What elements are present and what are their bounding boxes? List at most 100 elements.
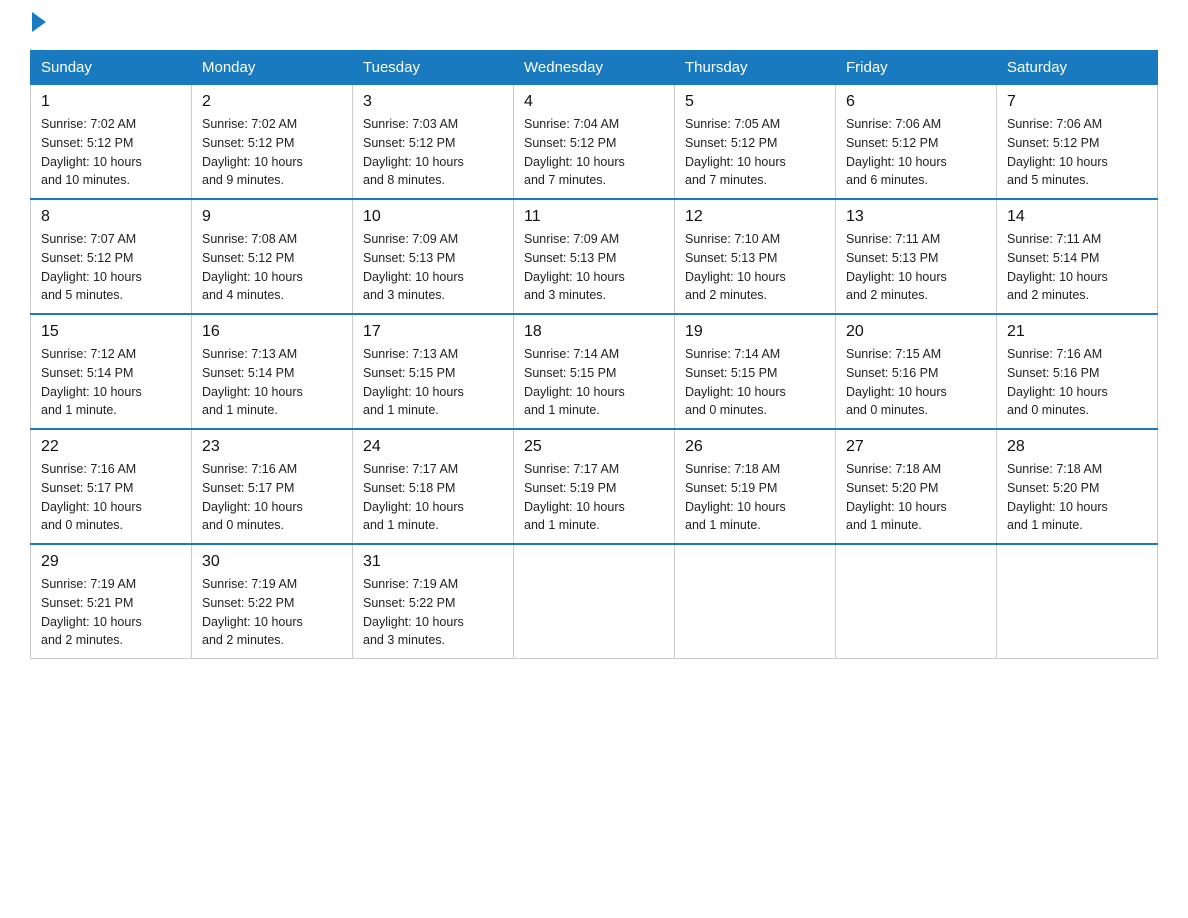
day-info: Sunrise: 7:19 AMSunset: 5:22 PMDaylight:…: [202, 575, 342, 650]
calendar-cell: 4 Sunrise: 7:04 AMSunset: 5:12 PMDaylight…: [514, 85, 675, 200]
day-number: 19: [685, 323, 825, 341]
day-info: Sunrise: 7:16 AMSunset: 5:17 PMDaylight:…: [202, 460, 342, 535]
day-number: 25: [524, 438, 664, 456]
column-header-monday: Monday: [192, 51, 353, 85]
column-header-friday: Friday: [836, 51, 997, 85]
day-number: 14: [1007, 208, 1147, 226]
day-info: Sunrise: 7:18 AMSunset: 5:20 PMDaylight:…: [846, 460, 986, 535]
calendar-cell: 2Sunrise: 7:02 AMSunset: 5:12 PMDaylight…: [192, 85, 353, 200]
calendar-cell: 12 Sunrise: 7:10 AMSunset: 5:13 PMDayligh…: [675, 199, 836, 314]
calendar-cell: 3 Sunrise: 7:03 AMSunset: 5:12 PMDaylight…: [353, 85, 514, 200]
day-number: 12: [685, 208, 825, 226]
calendar-cell: 22 Sunrise: 7:16 AMSunset: 5:17 PMDayligh…: [31, 429, 192, 544]
calendar-cell: 24 Sunrise: 7:17 AMSunset: 5:18 PMDayligh…: [353, 429, 514, 544]
day-number: 6: [846, 93, 986, 111]
calendar-cell: 30 Sunrise: 7:19 AMSunset: 5:22 PMDayligh…: [192, 544, 353, 659]
day-info: Sunrise: 7:04 AMSunset: 5:12 PMDaylight:…: [524, 115, 664, 190]
day-info: Sunrise: 7:02 AMSunset: 5:12 PMDaylight:…: [41, 115, 181, 190]
day-info: Sunrise: 7:08 AMSunset: 5:12 PMDaylight:…: [202, 230, 342, 305]
calendar-cell: 17Sunrise: 7:13 AMSunset: 5:15 PMDayligh…: [353, 314, 514, 429]
day-number: 9: [202, 208, 342, 226]
day-info: Sunrise: 7:16 AMSunset: 5:17 PMDaylight:…: [41, 460, 181, 535]
column-header-wednesday: Wednesday: [514, 51, 675, 85]
calendar-cell: 5 Sunrise: 7:05 AMSunset: 5:12 PMDaylight…: [675, 85, 836, 200]
week-row-5: 29 Sunrise: 7:19 AMSunset: 5:21 PMDayligh…: [31, 544, 1158, 659]
day-info: Sunrise: 7:13 AMSunset: 5:15 PMDaylight:…: [363, 345, 503, 420]
day-info: Sunrise: 7:03 AMSunset: 5:12 PMDaylight:…: [363, 115, 503, 190]
calendar-cell: [997, 544, 1158, 659]
calendar-cell: 6 Sunrise: 7:06 AMSunset: 5:12 PMDaylight…: [836, 85, 997, 200]
day-info: Sunrise: 7:19 AMSunset: 5:21 PMDaylight:…: [41, 575, 181, 650]
day-number: 13: [846, 208, 986, 226]
calendar-cell: 18 Sunrise: 7:14 AMSunset: 5:15 PMDayligh…: [514, 314, 675, 429]
column-header-sunday: Sunday: [31, 51, 192, 85]
calendar-cell: [836, 544, 997, 659]
day-info: Sunrise: 7:09 AMSunset: 5:13 PMDaylight:…: [524, 230, 664, 305]
day-info: Sunrise: 7:10 AMSunset: 5:13 PMDaylight:…: [685, 230, 825, 305]
day-info: Sunrise: 7:07 AMSunset: 5:12 PMDaylight:…: [41, 230, 181, 305]
calendar-cell: 25 Sunrise: 7:17 AMSunset: 5:19 PMDayligh…: [514, 429, 675, 544]
week-row-3: 15 Sunrise: 7:12 AMSunset: 5:14 PMDayligh…: [31, 314, 1158, 429]
calendar-cell: 1 Sunrise: 7:02 AMSunset: 5:12 PMDaylight…: [31, 85, 192, 200]
calendar-cell: 31 Sunrise: 7:19 AMSunset: 5:22 PMDayligh…: [353, 544, 514, 659]
calendar-cell: 28 Sunrise: 7:18 AMSunset: 5:20 PMDayligh…: [997, 429, 1158, 544]
day-info: Sunrise: 7:11 AMSunset: 5:13 PMDaylight:…: [846, 230, 986, 305]
calendar-cell: 29 Sunrise: 7:19 AMSunset: 5:21 PMDayligh…: [31, 544, 192, 659]
day-number: 24: [363, 438, 503, 456]
day-info: Sunrise: 7:14 AMSunset: 5:15 PMDaylight:…: [685, 345, 825, 420]
day-number: 4: [524, 93, 664, 111]
calendar-cell: 16Sunrise: 7:13 AMSunset: 5:14 PMDayligh…: [192, 314, 353, 429]
calendar-cell: 15 Sunrise: 7:12 AMSunset: 5:14 PMDayligh…: [31, 314, 192, 429]
calendar-cell: [514, 544, 675, 659]
day-number: 1: [41, 93, 181, 111]
day-info: Sunrise: 7:15 AMSunset: 5:16 PMDaylight:…: [846, 345, 986, 420]
day-number: 28: [1007, 438, 1147, 456]
day-number: 7: [1007, 93, 1147, 111]
day-info: Sunrise: 7:11 AMSunset: 5:14 PMDaylight:…: [1007, 230, 1147, 305]
day-number: 29: [41, 553, 181, 571]
calendar-cell: 27Sunrise: 7:18 AMSunset: 5:20 PMDayligh…: [836, 429, 997, 544]
day-number: 16: [202, 323, 342, 341]
day-info: Sunrise: 7:14 AMSunset: 5:15 PMDaylight:…: [524, 345, 664, 420]
day-number: 20: [846, 323, 986, 341]
day-number: 26: [685, 438, 825, 456]
calendar-cell: [675, 544, 836, 659]
day-number: 21: [1007, 323, 1147, 341]
day-info: Sunrise: 7:16 AMSunset: 5:16 PMDaylight:…: [1007, 345, 1147, 420]
calendar-cell: 14 Sunrise: 7:11 AMSunset: 5:14 PMDayligh…: [997, 199, 1158, 314]
day-info: Sunrise: 7:06 AMSunset: 5:12 PMDaylight:…: [846, 115, 986, 190]
week-row-4: 22 Sunrise: 7:16 AMSunset: 5:17 PMDayligh…: [31, 429, 1158, 544]
day-number: 5: [685, 93, 825, 111]
calendar-cell: 9 Sunrise: 7:08 AMSunset: 5:12 PMDaylight…: [192, 199, 353, 314]
calendar-cell: 19 Sunrise: 7:14 AMSunset: 5:15 PMDayligh…: [675, 314, 836, 429]
day-info: Sunrise: 7:17 AMSunset: 5:18 PMDaylight:…: [363, 460, 503, 535]
day-number: 15: [41, 323, 181, 341]
day-info: Sunrise: 7:05 AMSunset: 5:12 PMDaylight:…: [685, 115, 825, 190]
calendar-cell: 26Sunrise: 7:18 AMSunset: 5:19 PMDayligh…: [675, 429, 836, 544]
logo: [30, 20, 46, 32]
day-number: 22: [41, 438, 181, 456]
day-info: Sunrise: 7:19 AMSunset: 5:22 PMDaylight:…: [363, 575, 503, 650]
column-header-tuesday: Tuesday: [353, 51, 514, 85]
day-info: Sunrise: 7:18 AMSunset: 5:20 PMDaylight:…: [1007, 460, 1147, 535]
day-info: Sunrise: 7:06 AMSunset: 5:12 PMDaylight:…: [1007, 115, 1147, 190]
day-number: 31: [363, 553, 503, 571]
day-number: 23: [202, 438, 342, 456]
day-number: 8: [41, 208, 181, 226]
day-number: 18: [524, 323, 664, 341]
logo-arrow-icon: [32, 12, 46, 32]
day-number: 11: [524, 208, 664, 226]
day-number: 3: [363, 93, 503, 111]
calendar-table: SundayMondayTuesdayWednesdayThursdayFrid…: [30, 50, 1158, 659]
day-info: Sunrise: 7:17 AMSunset: 5:19 PMDaylight:…: [524, 460, 664, 535]
header-row: SundayMondayTuesdayWednesdayThursdayFrid…: [31, 51, 1158, 85]
calendar-cell: 20 Sunrise: 7:15 AMSunset: 5:16 PMDayligh…: [836, 314, 997, 429]
day-info: Sunrise: 7:02 AMSunset: 5:12 PMDaylight:…: [202, 115, 342, 190]
calendar-cell: 23 Sunrise: 7:16 AMSunset: 5:17 PMDayligh…: [192, 429, 353, 544]
day-info: Sunrise: 7:09 AMSunset: 5:13 PMDaylight:…: [363, 230, 503, 305]
day-number: 30: [202, 553, 342, 571]
day-info: Sunrise: 7:12 AMSunset: 5:14 PMDaylight:…: [41, 345, 181, 420]
calendar-cell: 11 Sunrise: 7:09 AMSunset: 5:13 PMDayligh…: [514, 199, 675, 314]
calendar-cell: 8 Sunrise: 7:07 AMSunset: 5:12 PMDaylight…: [31, 199, 192, 314]
column-header-saturday: Saturday: [997, 51, 1158, 85]
